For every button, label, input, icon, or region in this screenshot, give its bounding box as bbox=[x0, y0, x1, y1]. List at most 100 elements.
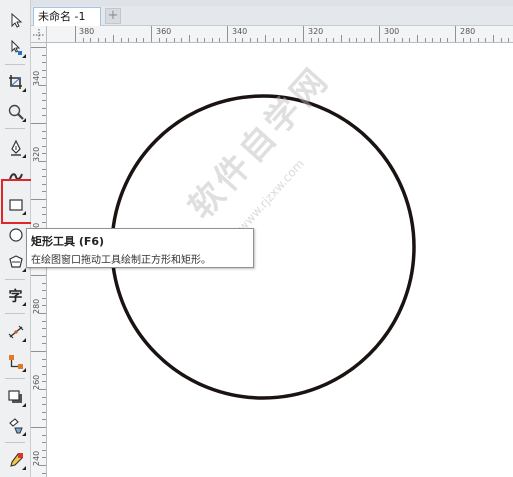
shape-tool-button[interactable] bbox=[2, 36, 29, 60]
ruler-tick bbox=[42, 145, 46, 147]
ruler-tick bbox=[310, 38, 312, 42]
zoom-tool-button[interactable] bbox=[2, 100, 29, 124]
ruler-tick bbox=[42, 115, 46, 117]
ruler-tick bbox=[42, 221, 46, 223]
polygon-tool-button[interactable] bbox=[2, 250, 29, 274]
tooltip-description: 在绘图窗口拖动工具绘制正方形和矩形。 bbox=[31, 255, 211, 266]
ruler-tick bbox=[227, 26, 228, 42]
ruler-tick bbox=[462, 38, 464, 42]
ellipse-tool-button[interactable] bbox=[2, 223, 29, 247]
ruler-label: 340 bbox=[32, 70, 41, 86]
ruler-label: 280 bbox=[32, 298, 41, 314]
ruler-tick bbox=[42, 214, 46, 216]
ruler-tick bbox=[417, 35, 418, 42]
ruler-tick bbox=[42, 130, 46, 132]
ruler-tick bbox=[287, 38, 289, 42]
ruler-tick bbox=[166, 38, 168, 42]
ruler-tick bbox=[371, 38, 373, 42]
connector-tool-button[interactable] bbox=[2, 350, 29, 374]
ruler-tick bbox=[42, 206, 46, 208]
ruler-tick bbox=[333, 38, 335, 42]
crop-tool-button[interactable] bbox=[2, 70, 29, 94]
ruler-tick bbox=[158, 38, 160, 42]
toolbox-separator bbox=[5, 128, 25, 129]
text-tool-icon: 字 bbox=[8, 289, 23, 305]
flyout-indicator bbox=[22, 466, 26, 470]
ruler-tick bbox=[105, 38, 107, 42]
flyout-indicator bbox=[22, 338, 26, 342]
ruler-tick bbox=[42, 434, 46, 436]
ruler-tick bbox=[348, 38, 350, 42]
tooltip-title: 矩形工具 (F6) bbox=[31, 235, 105, 248]
ruler-tick bbox=[204, 38, 206, 42]
ruler-tick bbox=[42, 320, 46, 322]
ruler-tick bbox=[401, 38, 403, 42]
eyedropper-tool-button[interactable] bbox=[2, 448, 29, 472]
ruler-tick bbox=[477, 38, 479, 42]
ruler-tick bbox=[42, 282, 46, 284]
ruler-tick bbox=[42, 62, 46, 64]
ruler-tick bbox=[42, 168, 46, 170]
ruler-tick bbox=[181, 38, 183, 42]
ruler-tick bbox=[363, 38, 365, 42]
ruler-tick bbox=[295, 38, 297, 42]
flyout-indicator bbox=[22, 268, 26, 272]
new-tab-button[interactable]: + bbox=[105, 8, 121, 24]
ruler-tick bbox=[493, 35, 494, 42]
ruler-tick bbox=[42, 472, 46, 474]
ruler-tick bbox=[42, 297, 46, 299]
ruler-tick bbox=[39, 313, 46, 314]
ruler-tick bbox=[424, 38, 426, 42]
ruler-label: 260 bbox=[32, 374, 41, 390]
ruler-tick bbox=[31, 275, 46, 276]
document-tab[interactable]: 未命名 -1 bbox=[33, 7, 101, 26]
ruler-label: 340 bbox=[232, 27, 248, 36]
ruler-tick bbox=[318, 38, 320, 42]
ruler-tick bbox=[42, 396, 46, 398]
text-tool-button[interactable]: 字 bbox=[2, 284, 29, 308]
ruler-tick bbox=[135, 38, 137, 42]
ruler-tick bbox=[39, 465, 46, 466]
crosshair-icon bbox=[33, 29, 45, 41]
ruler-tick bbox=[31, 427, 46, 428]
ruler-tick bbox=[42, 176, 46, 178]
ruler-tick bbox=[272, 38, 274, 42]
drop-shadow-tool-button[interactable] bbox=[2, 385, 29, 409]
toolbox-separator bbox=[5, 442, 25, 443]
flyout-indicator bbox=[22, 368, 26, 372]
ruler-tick bbox=[394, 38, 396, 42]
flyout-indicator bbox=[22, 88, 26, 92]
flyout-indicator bbox=[22, 118, 26, 122]
transparency-tool-button[interactable] bbox=[2, 414, 29, 438]
flyout-indicator bbox=[22, 54, 26, 58]
toolbox-separator bbox=[5, 64, 25, 65]
horizontal-ruler[interactable]: 380 360 340 320 300 280 bbox=[47, 26, 513, 43]
ruler-tick bbox=[42, 153, 46, 155]
flyout-indicator bbox=[22, 432, 26, 436]
pick-tool-button[interactable] bbox=[2, 8, 29, 32]
ruler-tick bbox=[409, 38, 411, 42]
ruler-tick bbox=[42, 358, 46, 360]
ruler-tick bbox=[303, 26, 304, 42]
ruler-tick bbox=[42, 381, 46, 383]
ruler-tick bbox=[470, 38, 472, 42]
ruler-tick bbox=[341, 35, 342, 42]
ruler-tick bbox=[31, 351, 46, 352]
ruler-tick bbox=[42, 366, 46, 368]
ruler-origin-corner[interactable] bbox=[31, 26, 47, 43]
ruler-tick bbox=[455, 26, 456, 42]
ruler-tick bbox=[257, 38, 259, 42]
ruler-tick bbox=[42, 138, 46, 140]
toolbox-separator bbox=[5, 279, 25, 280]
ruler-tick bbox=[39, 85, 46, 86]
dimension-tool-button[interactable] bbox=[2, 320, 29, 344]
ruler-tick bbox=[485, 38, 487, 42]
ruler-tick bbox=[90, 38, 92, 42]
ruler-tick bbox=[432, 38, 434, 42]
ruler-tick bbox=[42, 328, 46, 330]
ruler-tick bbox=[242, 38, 244, 42]
ruler-label: 320 bbox=[308, 27, 324, 36]
ruler-tick bbox=[39, 389, 46, 390]
pen-tool-button[interactable] bbox=[2, 136, 29, 160]
ruler-tick bbox=[31, 47, 46, 48]
